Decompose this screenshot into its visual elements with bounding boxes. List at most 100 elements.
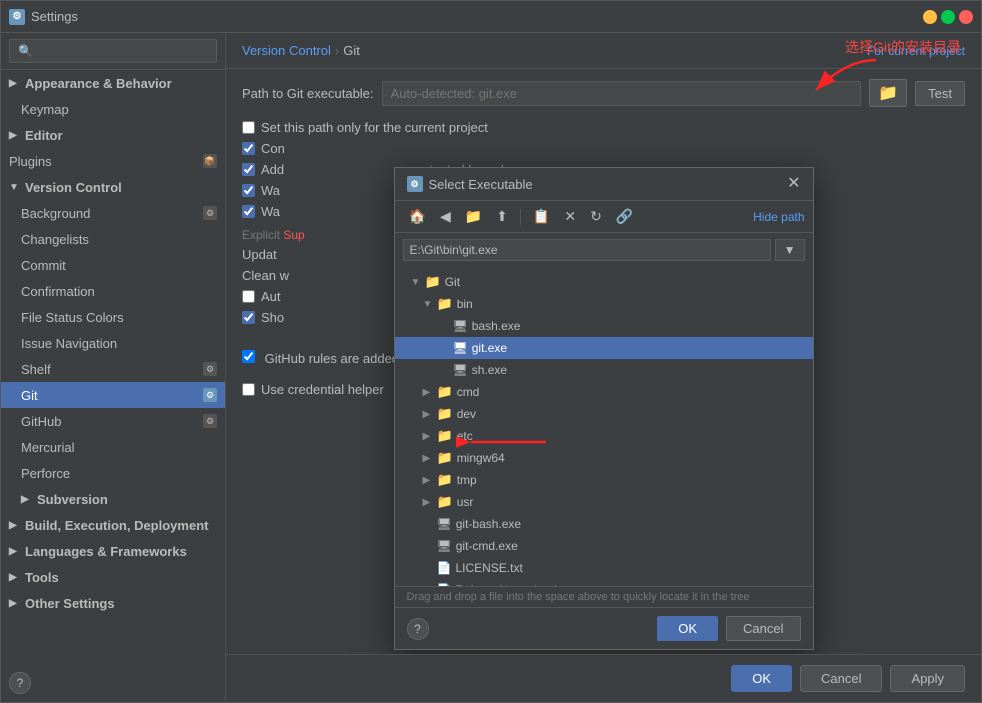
tree-item-license[interactable]: 📄 LICENSE.txt [395, 557, 813, 579]
tree-item-label: sh.exe [472, 363, 507, 377]
dialog-cancel-button[interactable]: Cancel [726, 616, 800, 641]
dialog-title: Select Executable [429, 177, 782, 192]
tree-toggle: ▼ [411, 277, 425, 288]
sidebar-item-background[interactable]: Background ⚙ [1, 200, 225, 226]
sidebar-item-other-settings[interactable]: Other Settings [1, 590, 225, 616]
sidebar-item-label: Editor [25, 128, 63, 143]
window-title: Settings [31, 9, 923, 24]
folder-icon: 📁 [437, 384, 453, 400]
sidebar-item-keymap[interactable]: Keymap [1, 96, 225, 122]
breadcrumb-separator: › [335, 43, 339, 58]
sidebar-item-editor[interactable]: Editor [1, 122, 225, 148]
maximize-button[interactable] [941, 10, 955, 24]
sidebar-item-label: Mercurial [21, 440, 74, 455]
sidebar-item-changelists[interactable]: Changelists [1, 226, 225, 252]
dialog-overlay: ⚙ Select Executable ✕ 🏠 ◀ 📁 ⬆ 📋 [226, 117, 981, 654]
hide-path-link[interactable]: Hide path [753, 210, 804, 224]
sidebar-item-version-control[interactable]: Version Control [1, 174, 225, 200]
toolbar-new-folder-button[interactable]: 📁 [459, 205, 488, 228]
sidebar-item-mercurial[interactable]: Mercurial [1, 434, 225, 460]
toolbar-delete-button[interactable]: ✕ [558, 205, 582, 228]
title-bar: ⚙ Settings [1, 1, 981, 33]
sidebar-item-label: Other Settings [25, 596, 115, 611]
sidebar-item-plugins[interactable]: Plugins 📦 [1, 148, 225, 174]
folder-icon: 📁 [425, 274, 441, 290]
sidebar-item-languages[interactable]: Languages & Frameworks [1, 538, 225, 564]
tree-item-bash-exe[interactable]: 🖥 bash.exe [395, 315, 813, 337]
sidebar-item-issue-navigation[interactable]: Issue Navigation [1, 330, 225, 356]
dialog-close-button[interactable]: ✕ [787, 176, 800, 192]
tree-toggle: ▶ [423, 409, 437, 420]
sidebar-item-label: Build, Execution, Deployment [25, 518, 208, 533]
test-button[interactable]: Test [915, 81, 965, 106]
sidebar-item-label: File Status Colors [21, 310, 124, 325]
sidebar-badge: ⚙ [203, 206, 217, 220]
tree-item-tmp[interactable]: ▶ 📁 tmp [395, 469, 813, 491]
tree-item-label: LICENSE.txt [455, 561, 522, 575]
breadcrumb-version-control[interactable]: Version Control [242, 43, 331, 58]
tree-item-label: bash.exe [472, 319, 521, 333]
dialog-help-button[interactable]: ? [407, 618, 429, 640]
toolbar-copy-button[interactable]: 📋 [527, 205, 556, 228]
sidebar-item-build[interactable]: Build, Execution, Deployment [1, 512, 225, 538]
minimize-button[interactable] [923, 10, 937, 24]
sidebar-item-git[interactable]: Git ⚙ [1, 382, 225, 408]
sidebar-item-label: Subversion [37, 492, 108, 507]
folder-icon: 📁 [437, 450, 453, 466]
chevron-icon [9, 598, 21, 609]
sidebar-item-label: Shelf [21, 362, 51, 377]
search-input[interactable] [9, 39, 217, 63]
tree-item-git-bash[interactable]: 🖥 git-bash.exe [395, 513, 813, 535]
sidebar-item-label: Changelists [21, 232, 89, 247]
dialog-title-bar: ⚙ Select Executable ✕ [395, 168, 813, 201]
tree-item-sh-exe[interactable]: 🖥 sh.exe [395, 359, 813, 381]
toolbar-home-button[interactable]: 🏠 [403, 205, 432, 228]
sidebar-item-commit[interactable]: Commit [1, 252, 225, 278]
folder-icon: 📁 [437, 296, 453, 312]
dialog-path-row: ▼ [395, 233, 813, 267]
path-input[interactable] [382, 81, 862, 106]
select-executable-dialog: ⚙ Select Executable ✕ 🏠 ◀ 📁 ⬆ 📋 [394, 167, 814, 650]
for-current-project-link[interactable]: For current project [867, 44, 965, 58]
cancel-button[interactable]: Cancel [800, 665, 882, 692]
sidebar-item-github[interactable]: GitHub ⚙ [1, 408, 225, 434]
sidebar-item-confirmation[interactable]: Confirmation [1, 278, 225, 304]
dialog-path-dropdown[interactable]: ▼ [775, 239, 805, 261]
app-icon: ⚙ [9, 9, 25, 25]
toolbar-refresh-button[interactable]: ↻ [584, 205, 608, 228]
toolbar-link-button[interactable]: 🔗 [610, 205, 639, 228]
tree-item-git-exe[interactable]: 🖥 git.exe [395, 337, 813, 359]
sidebar-item-label: Issue Navigation [21, 336, 117, 351]
tree-item-release-notes[interactable]: 📄 ReleaseNotes.html [395, 579, 813, 587]
exe-icon: 🖥 [437, 517, 452, 531]
tree-item-cmd[interactable]: ▶ 📁 cmd [395, 381, 813, 403]
close-button[interactable] [959, 10, 973, 24]
tree-item-bin[interactable]: ▼ 📁 bin [395, 293, 813, 315]
tree-item-etc[interactable]: ▶ 📁 etc [395, 425, 813, 447]
sidebar-item-subversion[interactable]: Subversion [1, 486, 225, 512]
help-button[interactable]: ? [9, 672, 31, 694]
tree-item-usr[interactable]: ▶ 📁 usr [395, 491, 813, 513]
sidebar-item-file-status[interactable]: File Status Colors [1, 304, 225, 330]
tree-item-mingw64[interactable]: ▶ 📁 mingw64 [395, 447, 813, 469]
ok-button[interactable]: OK [731, 665, 792, 692]
sidebar-item-perforce[interactable]: Perforce [1, 460, 225, 486]
tree-item-git-cmd[interactable]: 🖥 git-cmd.exe [395, 535, 813, 557]
toolbar-back-button[interactable]: ◀ [434, 205, 457, 228]
tree-item-git[interactable]: ▼ 📁 Git [395, 271, 813, 293]
sidebar-item-label: GitHub [21, 414, 61, 429]
file-tree[interactable]: ▼ 📁 Git ▼ 📁 bin [395, 267, 813, 587]
folder-icon: 📁 [437, 406, 453, 422]
toolbar-separator [520, 209, 521, 225]
folder-browse-button[interactable]: 📁 [869, 79, 907, 107]
chevron-icon [9, 572, 21, 583]
sidebar-item-shelf[interactable]: Shelf ⚙ [1, 356, 225, 382]
dialog-path-input[interactable] [403, 239, 771, 261]
sidebar-item-tools[interactable]: Tools [1, 564, 225, 590]
dialog-ok-button[interactable]: OK [657, 616, 718, 641]
toolbar-up-button[interactable]: ⬆ [490, 205, 514, 228]
sidebar-item-appearance[interactable]: Appearance & Behavior [1, 70, 225, 96]
path-label: Path to Git executable: [242, 86, 374, 101]
apply-button[interactable]: Apply [890, 665, 965, 692]
tree-item-dev[interactable]: ▶ 📁 dev [395, 403, 813, 425]
